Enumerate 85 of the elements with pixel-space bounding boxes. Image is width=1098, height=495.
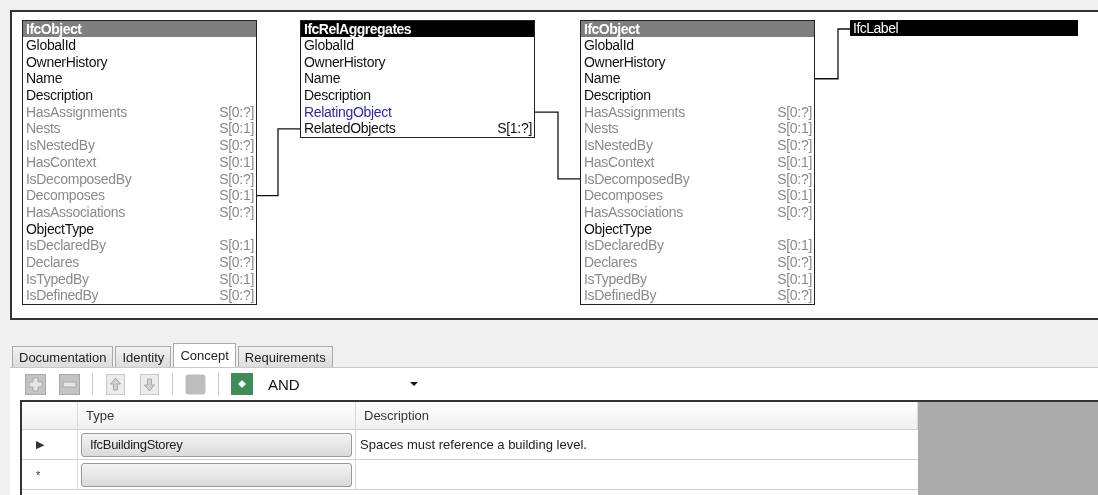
attribute-name: Decomposes (584, 187, 663, 204)
attribute-cardinality: S[0:?] (777, 170, 812, 188)
square-icon (185, 373, 206, 395)
attribute-cardinality: S[0:1] (777, 237, 812, 254)
attribute-cardinality: S[0:1] (219, 153, 254, 171)
connector-line (534, 111, 581, 180)
attribute-name: Nests (26, 120, 61, 138)
attribute-name: IsDecomposedBy (584, 170, 690, 188)
attribute-cardinality: S[0:1] (219, 120, 254, 138)
attribute-name: Name (584, 70, 621, 88)
attribute-name: GlobalId (304, 37, 354, 54)
type-combo[interactable]: IfcBuildingStorey (81, 432, 352, 457)
column-header: Type (78, 402, 356, 429)
attribute-name: IsTypedBy (584, 270, 647, 288)
attribute-cardinality: S[0:?] (777, 137, 812, 154)
attribute-name: Name (26, 70, 63, 88)
attribute-name: HasContext (26, 153, 97, 171)
attribute-name: HasAssignments (584, 103, 685, 121)
attribute-name: IsDefinedBy (26, 287, 99, 304)
attribute-cardinality: S[0:1] (777, 270, 812, 288)
plus-icon (25, 373, 46, 395)
attribute-name: IsDeclaredBy (584, 237, 664, 254)
connector-line (256, 128, 301, 197)
attribute-name: Description (304, 87, 371, 104)
attribute-cardinality: S[0:?] (219, 287, 254, 304)
attribute-name: IsDeclaredBy (26, 237, 106, 254)
attribute-cardinality: S[0:?] (219, 203, 254, 221)
attribute-name: RelatedObjects (304, 120, 396, 138)
attribute-name: IsNestedBy (26, 137, 95, 154)
attribute-name: OwnerHistory (304, 53, 386, 71)
attribute-name: ObjectType (584, 220, 652, 238)
type-node[interactable]: IfcLabel (850, 20, 1078, 36)
connector-line (814, 28, 851, 80)
node-title: IfcRelAggregates (301, 21, 534, 37)
attribute-cardinality: S[0:1] (777, 187, 812, 204)
attribute-cardinality: S[0:?] (219, 137, 254, 154)
attribute-name: Decomposes (26, 187, 105, 204)
node-title: IfcObject (23, 21, 256, 37)
attribute-cardinality: S[0:?] (777, 103, 812, 121)
attribute-cardinality: S[0:1] (219, 270, 254, 288)
attribute-cardinality: S[1:?] (497, 120, 532, 138)
attribute-cardinality: S[0:?] (777, 253, 812, 271)
attribute-cardinality: S[0:1] (777, 120, 812, 138)
entity-node[interactable] (22, 20, 257, 305)
diamond-button[interactable] (230, 372, 253, 396)
tab[interactable]: Requirements (237, 346, 333, 367)
attribute-cardinality: S[0:1] (777, 153, 812, 171)
attribute-name: RelatingObject (304, 103, 392, 121)
tab[interactable]: Documentation (12, 346, 114, 367)
attribute-name: Declares (26, 253, 79, 271)
attribute-name: IsTypedBy (26, 270, 89, 288)
attribute-name: OwnerHistory (584, 53, 666, 71)
tab[interactable]: Identity (115, 346, 172, 367)
attribute-cardinality: S[0:?] (219, 170, 254, 188)
attribute-cardinality: S[0:?] (219, 103, 254, 121)
entity-node[interactable] (580, 20, 815, 305)
attribute-name: Description (26, 87, 93, 104)
entity-node[interactable]: IfcRelAggregates GlobalId OwnerHistory Name Description RelatingObject RelatedObjects S[1:?] (300, 20, 535, 139)
type-combo[interactable] (81, 462, 352, 487)
attribute-name: OwnerHistory (26, 53, 108, 71)
attribute-name: Description (584, 87, 651, 104)
tab[interactable]: Concept (173, 343, 236, 367)
caret-icon (410, 382, 418, 386)
attribute-name: IsDecomposedBy (26, 170, 132, 188)
attribute-name: Nests (584, 120, 619, 138)
table-cell-text: Spaces must reference a building level. (359, 436, 588, 454)
node-title: IfcObject (581, 21, 814, 37)
attribute-name: HasAssociations (26, 203, 125, 221)
attribute-name: Declares (584, 253, 637, 271)
minus-icon (59, 373, 80, 395)
attribute-name: GlobalId (584, 37, 634, 54)
attribute-name: GlobalId (26, 37, 76, 54)
attribute-name: IsDefinedBy (584, 287, 657, 304)
attribute-cardinality: S[0:1] (219, 237, 254, 254)
attribute-cardinality: S[0:?] (219, 253, 254, 271)
attribute-name: HasContext (584, 153, 655, 171)
attribute-name: HasAssignments (26, 103, 127, 121)
attribute-cardinality: S[0:?] (777, 287, 812, 304)
attribute-name: IsNestedBy (584, 137, 653, 154)
column-header: Description (356, 402, 918, 429)
attribute-name: HasAssociations (584, 203, 683, 221)
attribute-name: ObjectType (26, 220, 94, 238)
attribute-cardinality: S[0:?] (777, 203, 812, 221)
attribute-cardinality: S[0:1] (219, 187, 254, 204)
attribute-name: Name (304, 70, 341, 88)
